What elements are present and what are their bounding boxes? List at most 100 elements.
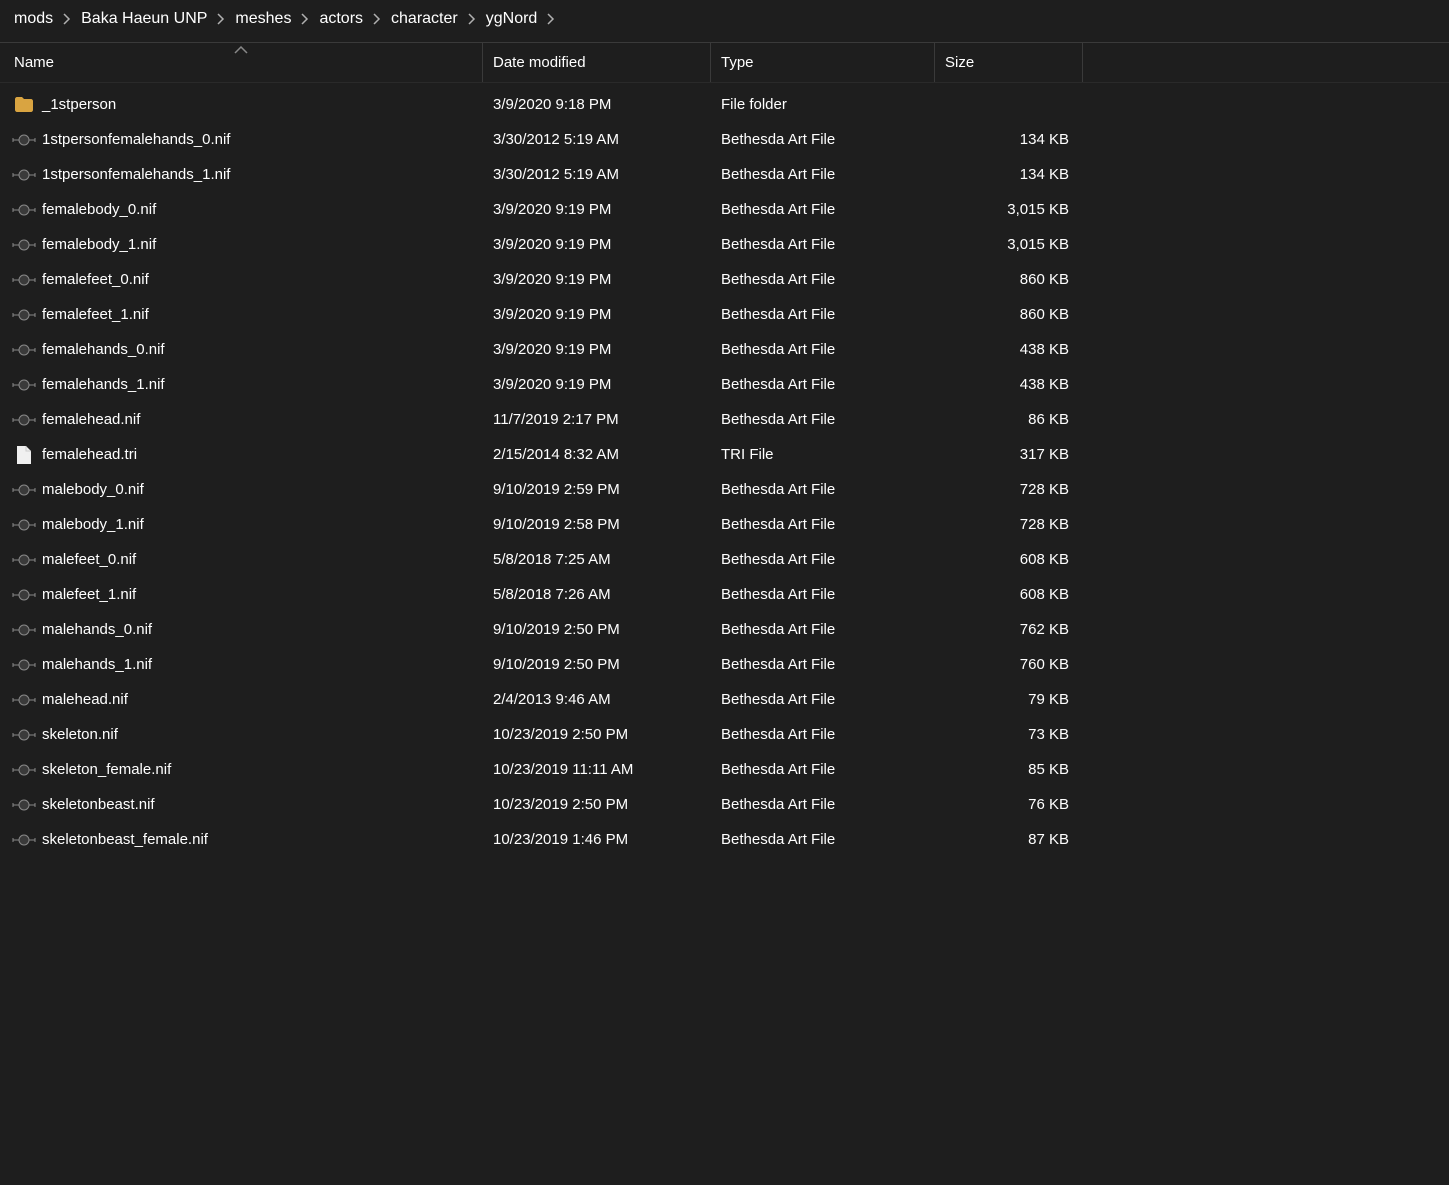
bethesda-art-file-icon	[11, 550, 37, 570]
file-date-cell: 11/7/2019 2:17 PM	[483, 411, 711, 428]
breadcrumb-item[interactable]: ygNord	[486, 10, 538, 28]
file-name-cell: malefeet_0.nif	[0, 550, 483, 570]
file-row[interactable]: malebody_1.nif9/10/2019 2:58 PMBethesda …	[0, 507, 1449, 542]
bethesda-art-file-icon	[11, 305, 37, 325]
column-header-type[interactable]: Type	[711, 43, 935, 82]
file-row[interactable]: 1stpersonfemalehands_1.nif3/30/2012 5:19…	[0, 157, 1449, 192]
file-date-cell: 3/9/2020 9:19 PM	[483, 341, 711, 358]
file-size-cell: 3,015 KB	[935, 236, 1083, 253]
file-name-label: femalebody_0.nif	[42, 201, 156, 218]
file-date-cell: 3/9/2020 9:19 PM	[483, 271, 711, 288]
file-row[interactable]: femalefeet_1.nif 3/9/2020 9:19 PMBethesda…	[0, 297, 1449, 332]
file-row[interactable]: malehands_1.nif9/10/2019 2:50 PMBethesda…	[0, 647, 1449, 682]
file-name-label: femalefeet_1.nif	[42, 306, 149, 323]
file-size-cell: 86 KB	[935, 411, 1083, 428]
file-date-cell: 9/10/2019 2:59 PM	[483, 481, 711, 498]
file-row[interactable]: femalehead.nif11/7/2019 2:17 PMBethesda …	[0, 402, 1449, 437]
breadcrumb-item[interactable]: meshes	[235, 10, 291, 28]
file-name-label: femalehead.nif	[42, 411, 140, 428]
file-name-label: skeletonbeast.nif	[42, 796, 155, 813]
file-size-cell: 3,015 KB	[935, 201, 1083, 218]
column-header-date[interactable]: Date modified	[483, 43, 711, 82]
file-name-cell: malebody_0.nif	[0, 480, 483, 500]
file-name-cell: femalehands_1.nif	[0, 375, 483, 395]
file-name-label: femalebody_1.nif	[42, 236, 156, 253]
file-row[interactable]: malefeet_1.nif5/8/2018 7:26 AMBethesda A…	[0, 577, 1449, 612]
file-date-cell: 3/30/2012 5:19 AM	[483, 131, 711, 148]
file-size-cell: 85 KB	[935, 761, 1083, 778]
file-row[interactable]: femalehands_0.nif3/9/2020 9:19 PMBethesd…	[0, 332, 1449, 367]
breadcrumb-item[interactable]: character	[391, 10, 458, 28]
column-header-size[interactable]: Size	[935, 43, 1083, 82]
file-row[interactable]: malehead.nif2/4/2013 9:46 AMBethesda Art…	[0, 682, 1449, 717]
file-type-cell: Bethesda Art File	[711, 201, 935, 218]
chevron-right-icon[interactable]	[217, 13, 225, 25]
bethesda-art-file-icon	[11, 795, 37, 815]
file-name-cell: femalefeet_1.nif	[0, 305, 483, 325]
bethesda-art-file-icon	[11, 585, 37, 605]
file-size-cell: 860 KB	[935, 271, 1083, 288]
file-size-cell: 73 KB	[935, 726, 1083, 743]
breadcrumb-item[interactable]: mods	[14, 10, 53, 28]
file-size-cell: 760 KB	[935, 656, 1083, 673]
file-row[interactable]: femalebody_0.nif3/9/2020 9:19 PMBethesda…	[0, 192, 1449, 227]
file-name-label: malefeet_0.nif	[42, 551, 136, 568]
breadcrumb-item[interactable]: actors	[319, 10, 363, 28]
file-row[interactable]: femalehands_1.nif3/9/2020 9:19 PMBethesd…	[0, 367, 1449, 402]
bethesda-art-file-icon	[11, 340, 37, 360]
file-size-cell: 87 KB	[935, 831, 1083, 848]
file-name-label: skeleton_female.nif	[42, 761, 171, 778]
file-type-cell: Bethesda Art File	[711, 621, 935, 638]
file-type-cell: Bethesda Art File	[711, 831, 935, 848]
file-row[interactable]: malefeet_0.nif5/8/2018 7:25 AMBethesda A…	[0, 542, 1449, 577]
file-size-cell: 438 KB	[935, 376, 1083, 393]
chevron-right-icon[interactable]	[547, 13, 555, 25]
file-name-cell: skeletonbeast.nif	[0, 795, 483, 815]
bethesda-art-file-icon	[11, 655, 37, 675]
file-type-cell: Bethesda Art File	[711, 341, 935, 358]
file-name-label: 1stpersonfemalehands_0.nif	[42, 131, 230, 148]
file-name-label: malehead.nif	[42, 691, 128, 708]
file-row[interactable]: _1stperson3/9/2020 9:18 PMFile folder	[0, 87, 1449, 122]
chevron-right-icon[interactable]	[301, 13, 309, 25]
file-row[interactable]: skeleton_female.nif10/23/2019 11:11 AMBe…	[0, 752, 1449, 787]
bethesda-art-file-icon	[11, 830, 37, 850]
file-row[interactable]: malebody_0.nif9/10/2019 2:59 PMBethesda …	[0, 472, 1449, 507]
chevron-right-icon[interactable]	[63, 13, 71, 25]
file-row[interactable]: 1stpersonfemalehands_0.nif 3/30/2012 5:19…	[0, 122, 1449, 157]
breadcrumb-item[interactable]: Baka Haeun UNP	[81, 10, 207, 28]
file-row[interactable]: skeletonbeast.nif10/23/2019 2:50 PMBethe…	[0, 787, 1449, 822]
file-name-label: malefeet_1.nif	[42, 586, 136, 603]
file-size-cell: 728 KB	[935, 481, 1083, 498]
file-name-cell: femalehands_0.nif	[0, 340, 483, 360]
bethesda-art-file-icon	[11, 235, 37, 255]
file-date-cell: 3/9/2020 9:19 PM	[483, 306, 711, 323]
chevron-right-icon[interactable]	[373, 13, 381, 25]
file-date-cell: 10/23/2019 1:46 PM	[483, 831, 711, 848]
file-type-cell: Bethesda Art File	[711, 131, 935, 148]
file-row[interactable]: femalehead.tri2/15/2014 8:32 AMTRI File3…	[0, 437, 1449, 472]
file-name-cell: malehands_0.nif	[0, 620, 483, 640]
file-name-cell: skeleton.nif	[0, 725, 483, 745]
file-name-cell: skeleton_female.nif	[0, 760, 483, 780]
file-type-cell: Bethesda Art File	[711, 376, 935, 393]
file-row[interactable]: femalefeet_0.nif3/9/2020 9:19 PMBethesda…	[0, 262, 1449, 297]
file-row[interactable]: skeletonbeast_female.nif10/23/2019 1:46 …	[0, 822, 1449, 857]
file-size-cell: 860 KB	[935, 306, 1083, 323]
chevron-right-icon[interactable]	[468, 13, 476, 25]
file-row[interactable]: malehands_0.nif9/10/2019 2:50 PMBethesda…	[0, 612, 1449, 647]
file-size-cell: 728 KB	[935, 516, 1083, 533]
file-name-label: malehands_1.nif	[42, 656, 152, 673]
column-header-name[interactable]: Name	[0, 43, 483, 82]
file-type-cell: Bethesda Art File	[711, 271, 935, 288]
file-size-cell: 317 KB	[935, 446, 1083, 463]
sort-ascending-icon	[234, 41, 248, 58]
file-row[interactable]: femalebody_1.nif3/9/2020 9:19 PMBethesda…	[0, 227, 1449, 262]
file-row[interactable]: skeleton.nif10/23/2019 2:50 PMBethesda A…	[0, 717, 1449, 752]
file-date-cell: 10/23/2019 2:50 PM	[483, 796, 711, 813]
file-icon	[14, 445, 34, 465]
file-type-cell: Bethesda Art File	[711, 726, 935, 743]
file-name-cell: malehead.nif	[0, 690, 483, 710]
file-type-cell: Bethesda Art File	[711, 306, 935, 323]
column-header-row: Name Date modified Type Size	[0, 43, 1449, 83]
